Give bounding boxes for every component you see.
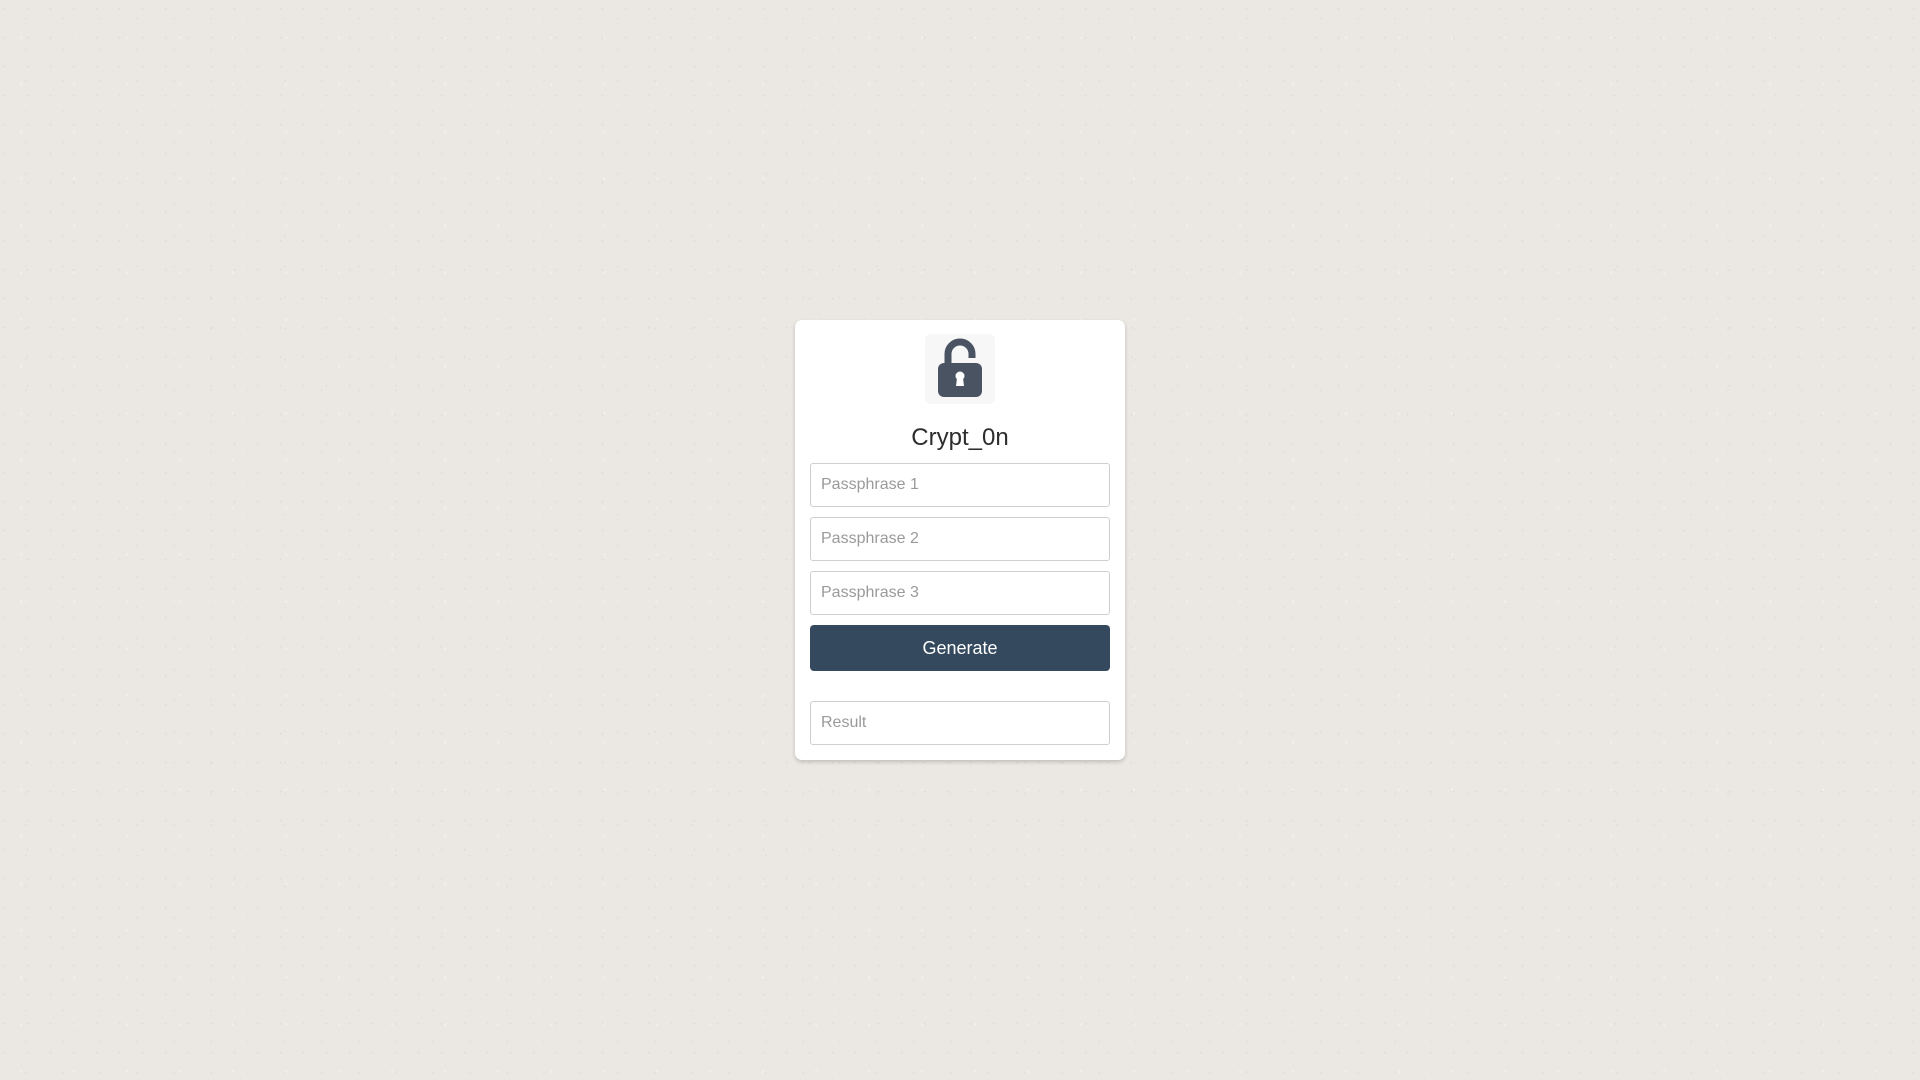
passphrase-2-input[interactable] bbox=[810, 517, 1110, 561]
unlocked-padlock-icon bbox=[938, 338, 982, 397]
passphrase-1-input[interactable] bbox=[810, 463, 1110, 507]
result-field[interactable] bbox=[810, 701, 1110, 745]
passphrase-3-input[interactable] bbox=[810, 571, 1110, 615]
logo bbox=[925, 334, 995, 404]
generator-card: Crypt_0n Generate bbox=[795, 320, 1125, 760]
app-title: Crypt_0n bbox=[911, 424, 1009, 451]
generate-button[interactable]: Generate bbox=[810, 625, 1110, 671]
